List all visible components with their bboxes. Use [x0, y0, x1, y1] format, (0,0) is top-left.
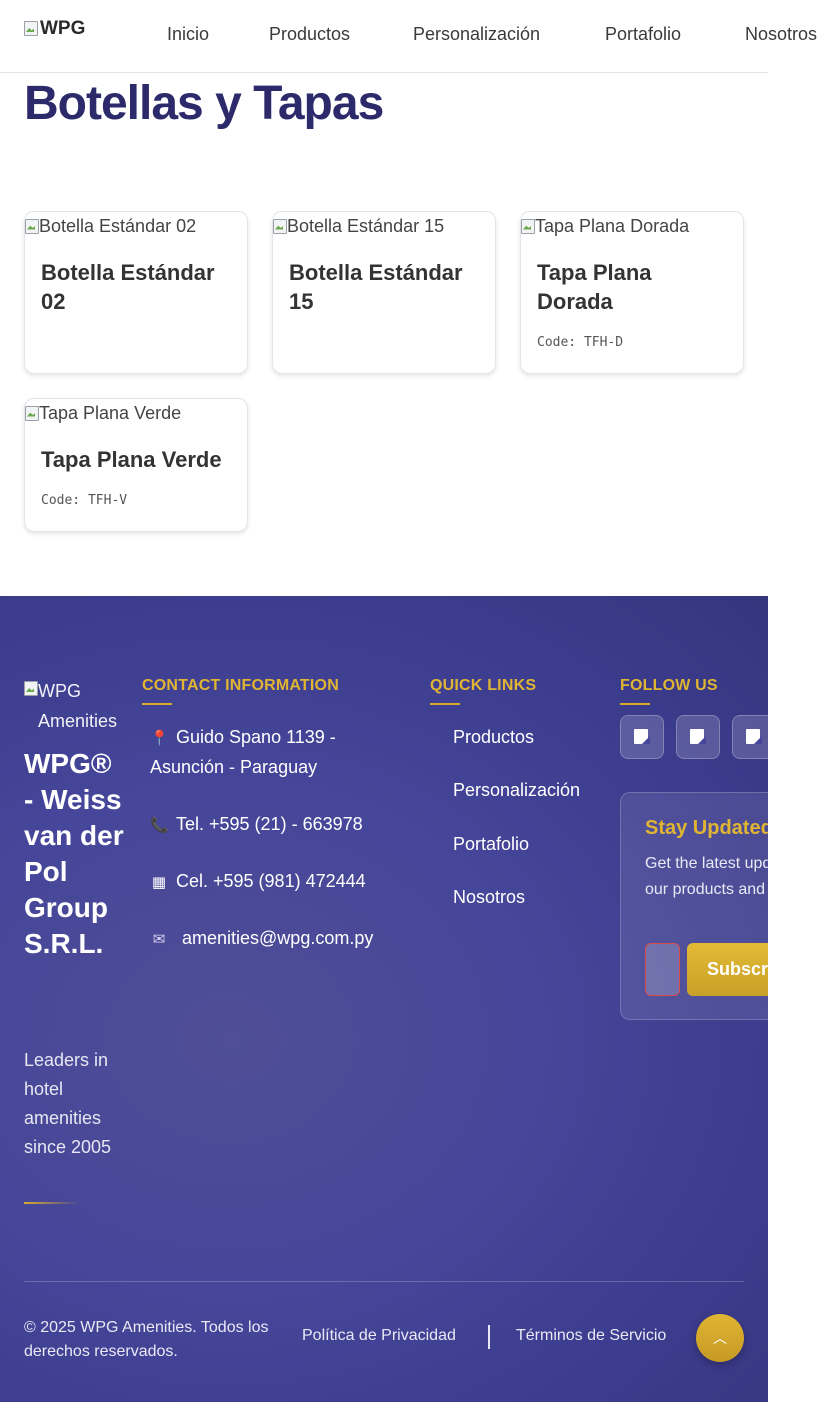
footer-link-nosotros[interactable]: Nosotros — [453, 887, 525, 908]
mail-icon: ✉ — [152, 931, 166, 948]
footer-link-portafolio[interactable]: Portafolio — [453, 834, 529, 855]
contact-heading: CONTACT INFORMATION — [142, 677, 339, 705]
product-card[interactable]: Botella Estándar 02 Botella Estándar 02 — [24, 211, 248, 374]
nav-inicio[interactable]: Inicio — [167, 24, 209, 45]
copyright-text: © 2025 WPG Amenities. Todos los derechos… — [24, 1319, 269, 1360]
footer-logo: WPG Amenities — [24, 676, 128, 736]
company-tagline: Leaders in hotel amenities since 2005 — [24, 1050, 112, 1157]
contact-phone[interactable]: 📞 Tel. +595 (21) - 663978 — [150, 810, 363, 840]
footer-link-productos[interactable]: Productos — [453, 727, 534, 748]
broken-image-icon — [25, 218, 39, 235]
follow-heading: FOLLOW US — [620, 677, 718, 705]
broken-image-icon — [24, 681, 38, 697]
broken-image-icon — [746, 729, 762, 744]
logo-alt-text: WPG — [40, 18, 86, 39]
page-title: Botellas y Tapas — [24, 77, 384, 130]
nav-personalizacion[interactable]: Personalización — [413, 24, 540, 45]
site-footer: WPG Amenities WPG® - Weiss van der Pol G… — [0, 596, 828, 1402]
contact-mobile[interactable]: ▦ Cel. +595 (981) 472444 — [150, 867, 366, 897]
broken-image-icon — [690, 729, 706, 744]
terms-link[interactable]: Términos de Servicio — [516, 1327, 666, 1345]
site-header: WPG Inicio Productos Personalización Por… — [0, 0, 817, 73]
product-image-alt: Botella Estándar 15 — [287, 216, 445, 236]
nav-portafolio[interactable]: Portafolio — [605, 24, 681, 45]
quick-links-heading: QUICK LINKS — [430, 677, 537, 705]
product-image-alt: Botella Estándar 02 — [39, 216, 197, 236]
nav-productos[interactable]: Productos — [269, 24, 350, 45]
broken-image-icon — [273, 218, 287, 235]
product-image: Tapa Plana Dorada — [521, 216, 689, 237]
page-gutter — [768, 596, 835, 1402]
footer-logo-alt: WPG Amenities — [38, 681, 118, 731]
phone-text: Tel. +595 (21) - 663978 — [176, 814, 363, 834]
product-image: Tapa Plana Verde — [25, 403, 181, 424]
product-card[interactable]: Tapa Plana Verde Tapa Plana Verde Code: … — [24, 398, 248, 532]
address-text: Guido Spano 1139 - Asunción - Paraguay — [150, 727, 336, 777]
broken-image-icon — [521, 218, 535, 235]
email-text: amenities@wpg.com.py — [182, 928, 374, 948]
footer-link-personalizacion[interactable]: Personalización — [453, 780, 580, 801]
product-card[interactable]: Botella Estándar 15 Botella Estándar 15 — [272, 211, 496, 374]
product-name: Tapa Plana Dorada — [537, 260, 652, 314]
product-image-alt: Tapa Plana Verde — [39, 403, 182, 423]
chevron-up-icon: ︿ — [713, 1330, 727, 1346]
newsletter-email-input[interactable] — [645, 943, 680, 996]
product-image-alt: Tapa Plana Dorada — [535, 216, 690, 236]
product-code: Code: TFH-D — [537, 335, 624, 350]
scroll-to-top-button[interactable]: ︿ — [696, 1314, 744, 1362]
product-code: Code: TFH-V — [41, 493, 128, 508]
company-name: WPG® - Weiss van der Pol Group S.R.L. — [24, 748, 124, 959]
broken-image-icon — [25, 405, 39, 422]
product-card[interactable]: Tapa Plana Dorada Tapa Plana Dorada Code… — [520, 211, 744, 374]
social-link[interactable] — [620, 715, 664, 759]
privacy-link[interactable]: Política de Privacidad — [302, 1327, 456, 1345]
product-image: Botella Estándar 02 — [25, 216, 196, 237]
nav-nosotros[interactable]: Nosotros — [745, 24, 817, 45]
link-separator — [488, 1325, 490, 1349]
pin-icon: 📍 — [150, 730, 169, 747]
site-logo[interactable]: WPG — [24, 18, 85, 40]
phone-icon: 📞 — [150, 817, 169, 834]
newsletter-title: Stay Updated — [645, 817, 773, 839]
contact-address: 📍 Guido Spano 1139 - Asunción - Paraguay — [150, 723, 380, 782]
social-link[interactable] — [676, 715, 720, 759]
contact-email[interactable]: ✉ amenities@wpg.com.py — [150, 924, 374, 954]
broken-image-icon — [24, 21, 38, 37]
broken-image-icon — [634, 729, 650, 744]
product-name: Botella Estándar 15 — [289, 260, 463, 314]
product-image: Botella Estándar 15 — [273, 216, 444, 237]
mobile-icon: ▦ — [151, 874, 167, 891]
mobile-text: Cel. +595 (981) 472444 — [176, 871, 366, 891]
footer-divider — [24, 1281, 744, 1282]
product-name: Botella Estándar 02 — [41, 260, 215, 314]
product-name: Tapa Plana Verde — [41, 447, 222, 472]
tagline-underline — [24, 1202, 80, 1204]
